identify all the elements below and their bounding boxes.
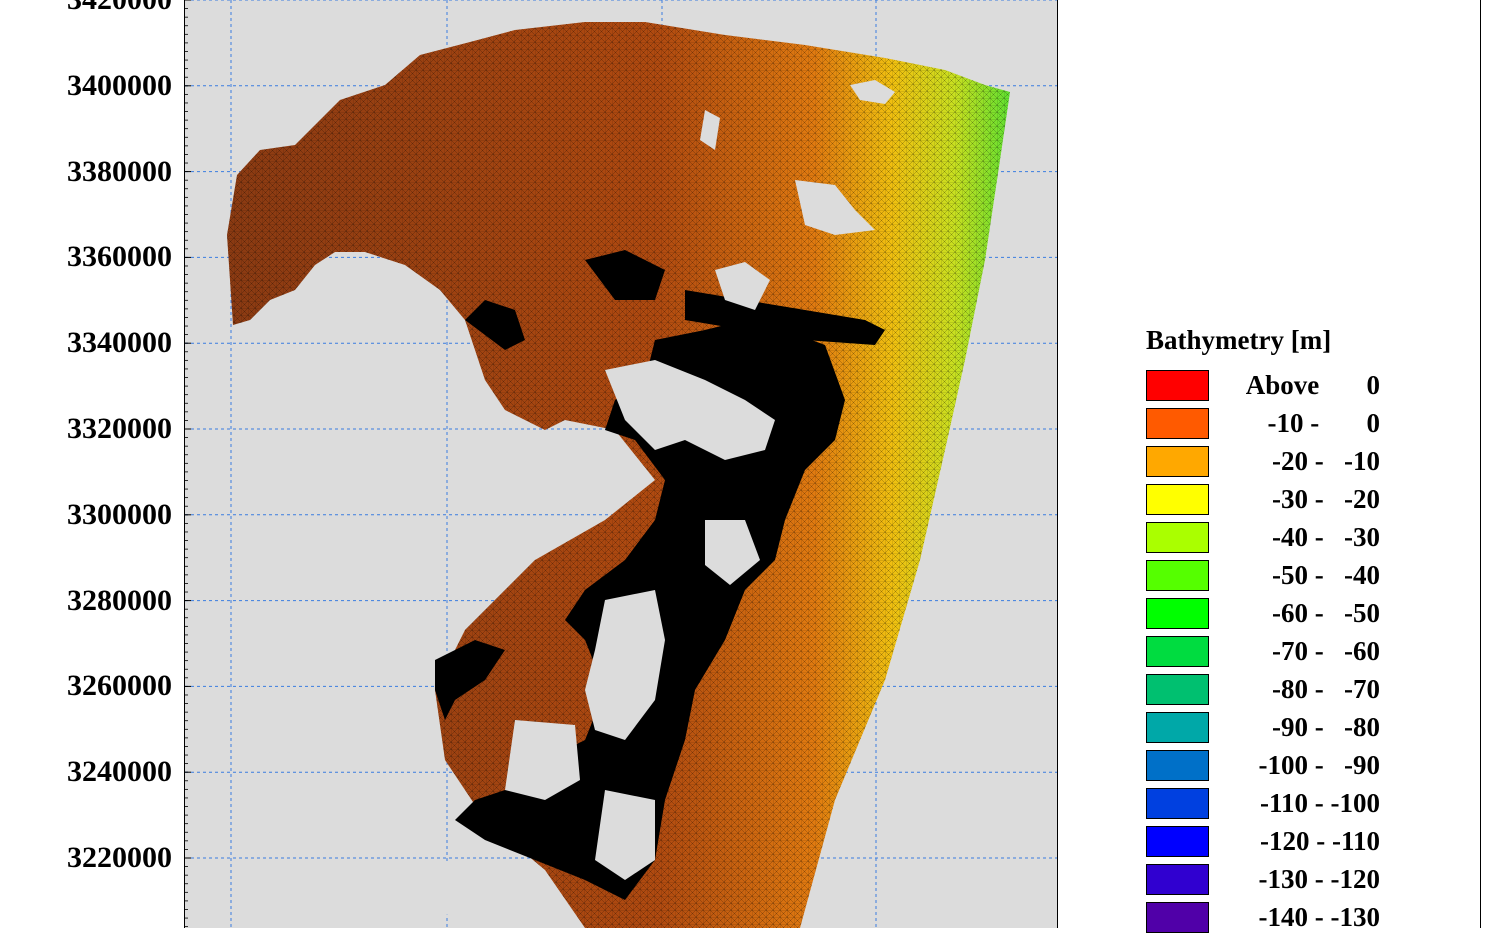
legend-item: -120 - -110 [1146,824,1406,862]
y-tick-label: 3320000 [67,412,172,445]
y-tick-label: 3280000 [67,583,172,617]
y-tick-label: 3220000 [67,841,172,874]
legend-label: -40 - -30 [1272,522,1380,552]
legend-item: -90 - -80 [1146,710,1406,748]
legend-label: -130 - -120 [1258,864,1380,894]
map-plot-area[interactable] [184,0,1058,928]
legend-swatch [1146,560,1209,591]
legend-label: -20 - -10 [1272,446,1380,476]
y-tick-label: 3340000 [67,326,172,360]
legend-label: -70 - -60 [1272,636,1380,666]
y-tick-label: 3360000 [67,240,172,274]
y-tick-label: 3260000 [67,669,172,703]
legend-item: -50 - -40 [1146,558,1406,596]
legend-item: -10 - 0 [1146,406,1406,444]
legend-label: -100 - -90 [1258,750,1380,780]
frame-border [1480,0,1481,928]
legend-label: Above 0 [1245,370,1380,400]
legend-label: -120 - -110 [1260,826,1380,856]
legend-swatch [1146,712,1209,743]
legend-swatch [1146,674,1209,705]
legend-item: -20 - -10 [1146,444,1406,482]
y-tick-label: 3300000 [67,497,172,531]
y-tick-label: 3380000 [67,154,172,188]
legend-label: -90 - -80 [1272,712,1380,742]
y-tick-label: 3400000 [67,68,172,102]
legend: Bathymetry [m] Above 0 -10 - 0 -20 - -10 -3… [1146,325,1406,938]
legend-label: -140 - -130 [1258,902,1380,932]
legend-swatch [1146,788,1209,819]
legend-swatch [1146,370,1209,401]
legend-swatch [1146,522,1209,553]
legend-swatch [1146,864,1209,895]
legend-swatch [1146,750,1209,781]
legend-item: Above 0 [1146,368,1406,406]
legend-item: -70 - -60 [1146,634,1406,672]
legend-item: -110 - -100 [1146,786,1406,824]
legend-label: -30 - -20 [1272,484,1380,514]
legend-swatch [1146,598,1209,629]
legend-swatch [1146,484,1209,515]
legend-label: -60 - -50 [1272,598,1380,628]
legend-item: -40 - -30 [1146,520,1406,558]
legend-label: -110 - -100 [1260,788,1380,818]
y-tick-label: 3240000 [67,755,172,789]
legend-item: -140 - -130 [1146,900,1406,938]
legend-item: -30 - -20 [1146,482,1406,520]
legend-swatch [1146,636,1209,667]
legend-item: -100 - -90 [1146,748,1406,786]
legend-swatch [1146,826,1209,857]
legend-swatch [1146,408,1209,439]
legend-item: -80 - -70 [1146,672,1406,710]
legend-title: Bathymetry [m] [1146,325,1332,355]
legend-swatch [1146,446,1209,477]
legend-label: -50 - -40 [1272,560,1380,590]
legend-label: -80 - -70 [1272,674,1380,704]
y-tick-label: 3420000 [0,0,172,15]
mesh-map [185,0,1057,928]
legend-swatch [1146,902,1209,933]
legend-items: Above 0 -10 - 0 -20 - -10 -30 - -20 -40 - -3… [1146,368,1406,938]
legend-item: -130 - -120 [1146,862,1406,900]
legend-label: -10 - 0 [1267,408,1380,438]
legend-item: -60 - -50 [1146,596,1406,634]
